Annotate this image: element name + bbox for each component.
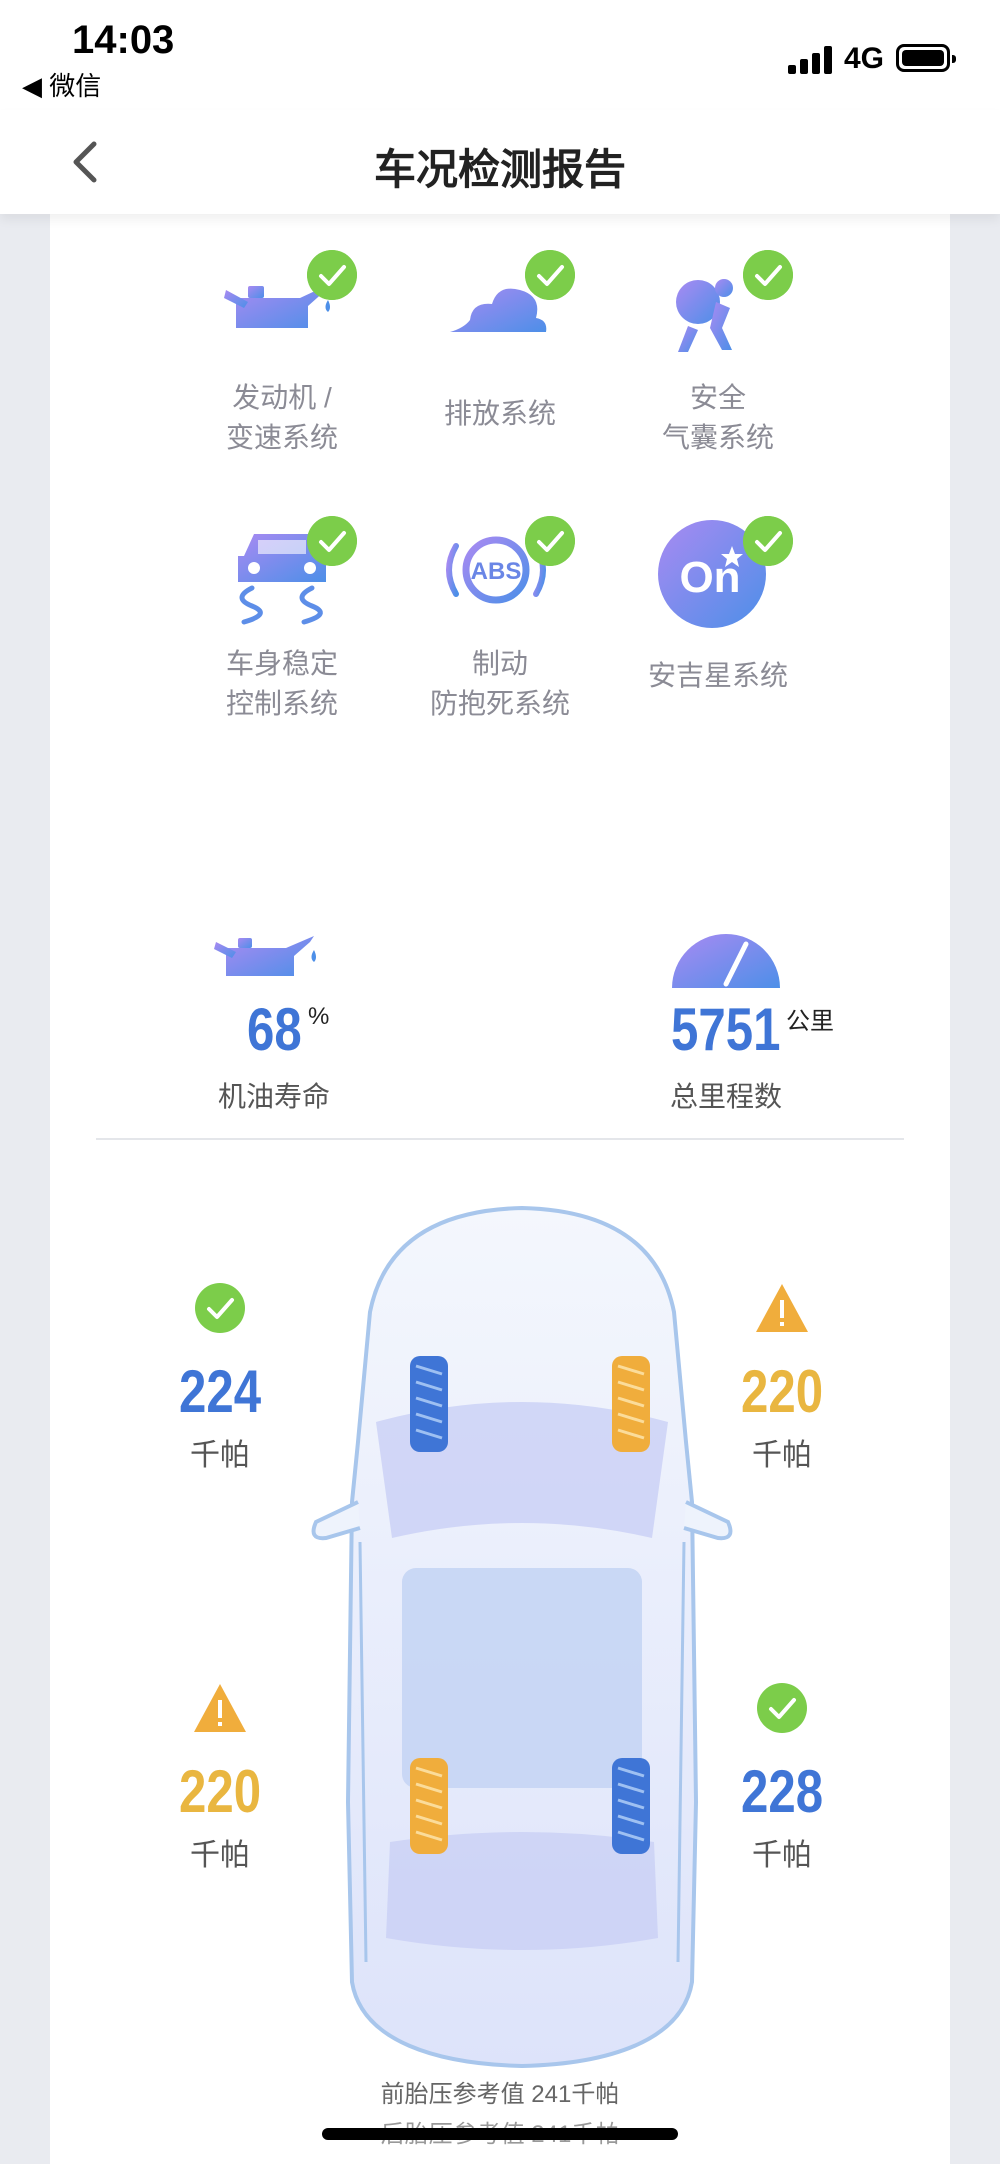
back-to-wechat-link[interactable]: ◀ 微信 (22, 66, 101, 103)
system-label: 制动 防抱死系统 (429, 648, 570, 719)
tire-value: 228 (740, 1758, 824, 1825)
mileage-value: 5751 (671, 996, 781, 1063)
system-label: 发动机 / 变速系统 (225, 382, 338, 453)
system-onstar[interactable]: On 安吉星系统 (628, 516, 808, 696)
svg-text:ABS: ABS (471, 558, 522, 585)
network-type: 4G (844, 42, 885, 75)
check-icon (525, 516, 575, 566)
mileage-label: 总里程数 (669, 1081, 782, 1112)
tire-value: 220 (178, 1758, 262, 1825)
tire-front-left (410, 1356, 448, 1452)
tire-unit: 千帕 (190, 1439, 250, 1472)
oil-life-label: 机油寿命 (217, 1081, 330, 1112)
tire-unit: 千帕 (752, 1839, 812, 1872)
battery-icon (896, 44, 956, 72)
system-emission[interactable]: 排放系统 (410, 250, 590, 434)
oil-life-value: 68 (246, 996, 302, 1063)
oil-life-unit: % (308, 1003, 330, 1030)
check-icon (743, 516, 793, 566)
check-icon (525, 250, 575, 300)
check-icon (743, 250, 793, 300)
system-label: 车身稳定 控制系统 (225, 648, 338, 719)
oil-life-stat[interactable]: 68 % 机油寿命 (144, 920, 404, 1115)
page-title: 车况检测报告 (373, 146, 626, 193)
status-time: 14:03 (72, 18, 175, 62)
tire-pressure-front-left[interactable]: 224 千帕 (130, 1282, 310, 1474)
oil-can-icon (214, 936, 316, 976)
divider (96, 1138, 904, 1140)
system-label: 安全 气囊系统 (661, 382, 774, 453)
mileage-unit: 公里 (786, 1008, 834, 1035)
tire-rear-left (410, 1758, 448, 1854)
front-tire-reference: 前胎压参考值 241千帕 (380, 2081, 620, 2108)
tire-front-right (612, 1356, 650, 1452)
car-top-view-illustration (311, 1205, 733, 2069)
system-label: 排放系统 (443, 398, 556, 429)
mileage-stat[interactable]: 5751 公里 总里程数 (596, 914, 856, 1115)
check-icon (195, 1283, 245, 1333)
tire-unit: 千帕 (190, 1839, 250, 1872)
system-label: 安吉星系统 (647, 660, 788, 691)
system-airbag[interactable]: 安全 气囊系统 (628, 250, 808, 458)
home-indicator[interactable] (322, 2128, 678, 2140)
tire-pressure-rear-left[interactable]: 220 千帕 (130, 1682, 310, 1874)
warning-icon (194, 1684, 246, 1732)
tire-pressure-front-right[interactable]: 220 千帕 (692, 1282, 872, 1474)
signal-icon (788, 46, 834, 74)
tire-value: 220 (740, 1358, 824, 1425)
check-icon (757, 1683, 807, 1733)
tire-unit: 千帕 (752, 1439, 812, 1472)
tire-rear-right (612, 1758, 650, 1854)
system-engine[interactable]: 发动机 / 变速系统 (192, 250, 372, 458)
tire-value: 224 (178, 1358, 262, 1425)
system-stability[interactable]: 车身稳定 控制系统 (192, 516, 372, 724)
tire-pressure-rear-right[interactable]: 228 千帕 (692, 1682, 872, 1874)
speedometer-icon (672, 934, 780, 988)
warning-icon (756, 1284, 808, 1332)
report-card: 发动机 / 变速系统 排放系统 安全 气囊系统 车身稳定 控制系统 ABS 制动… (50, 214, 950, 2164)
system-abs[interactable]: ABS 制动 防抱死系统 (410, 516, 590, 724)
nav-bar: 车况检测报告 (0, 110, 1000, 214)
status-bar: 14:03 ◀ 微信 4G (0, 0, 1000, 110)
check-icon (307, 516, 357, 566)
check-icon (307, 250, 357, 300)
